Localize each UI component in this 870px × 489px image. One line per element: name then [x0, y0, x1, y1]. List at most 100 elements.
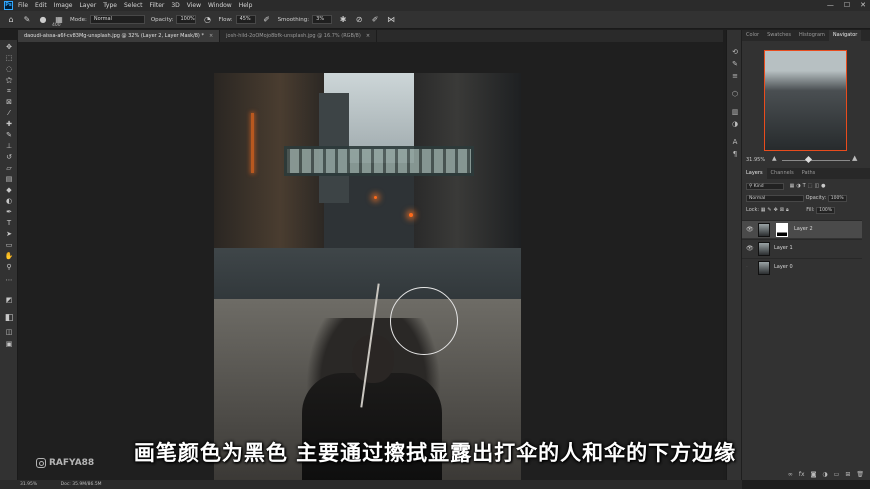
airbrush-icon[interactable]: ✐: [262, 15, 272, 25]
foreground-background-color-icon[interactable]: ◧: [4, 314, 14, 323]
healing-brush-tool-icon[interactable]: ✚: [4, 120, 14, 129]
layer-filter-icons[interactable]: ▦◑T⬚◫●: [790, 183, 828, 189]
menu-image[interactable]: Image: [54, 2, 73, 9]
visibility-eye-off-icon[interactable]: ·: [746, 264, 748, 271]
minimize-icon[interactable]: —: [827, 1, 834, 9]
layer-thumbnail[interactable]: [758, 223, 770, 237]
brush-tool-icon[interactable]: ✎: [22, 15, 32, 25]
marquee-tool-icon[interactable]: ⬚: [4, 54, 14, 63]
brush-settings-icon[interactable]: ✎: [730, 60, 740, 69]
tab-color[interactable]: Color: [742, 30, 763, 41]
eyedropper-tool-icon[interactable]: ⁄: [4, 109, 14, 118]
layer-row-layer-1[interactable]: 👁︎ Layer 1: [742, 239, 862, 257]
layer-mask-thumbnail[interactable]: [776, 223, 788, 237]
layer-thumbnail[interactable]: [758, 242, 770, 256]
flow-field[interactable]: 45%: [235, 15, 256, 24]
gradient-tool-icon[interactable]: ▤: [4, 175, 14, 184]
clone-stamp-tool-icon[interactable]: ⊥: [4, 142, 14, 151]
close-tab-icon[interactable]: ×: [366, 33, 370, 39]
path-selection-tool-icon[interactable]: ➤: [4, 230, 14, 239]
new-layer-icon[interactable]: ⊞: [845, 471, 850, 480]
libraries-icon[interactable]: ▥: [730, 108, 740, 117]
blend-mode-select[interactable]: Normal: [746, 195, 804, 202]
lasso-tool-icon[interactable]: ◌: [4, 65, 14, 74]
frame-tool-icon[interactable]: ⊠: [4, 98, 14, 107]
blur-tool-icon[interactable]: ◆: [4, 186, 14, 195]
brush-preset-icon[interactable]: ●: [38, 15, 48, 25]
menu-layer[interactable]: Layer: [79, 2, 96, 9]
menu-filter[interactable]: Filter: [150, 2, 165, 9]
lock-icons[interactable]: ▦✎✥⊠🔒︎: [761, 207, 791, 213]
photoshop-logo-icon[interactable]: Ps: [4, 1, 13, 10]
close-icon[interactable]: ✕: [860, 1, 866, 9]
layer-row-layer-2[interactable]: 👁︎ Layer 2: [742, 220, 862, 238]
symmetry-icon[interactable]: ⋈: [386, 15, 396, 25]
layer-name[interactable]: Layer 0: [774, 264, 793, 270]
smoothing-field[interactable]: 3%: [312, 15, 333, 24]
document-image[interactable]: [214, 73, 521, 484]
tab-channels[interactable]: Channels: [767, 168, 798, 179]
magic-wand-tool-icon[interactable]: ⚝: [4, 76, 14, 85]
menu-view[interactable]: View: [187, 2, 201, 9]
dodge-tool-icon[interactable]: ◐: [4, 197, 14, 206]
properties-icon[interactable]: ≡: [730, 72, 740, 81]
layer-row-layer-0[interactable]: · Layer 0: [742, 258, 862, 276]
pressure-size-icon[interactable]: ✐: [370, 15, 380, 25]
visibility-eye-icon[interactable]: 👁︎: [746, 226, 754, 233]
brush-tool-icon[interactable]: ✎: [4, 131, 14, 140]
crop-tool-icon[interactable]: ⌗: [4, 87, 14, 96]
navigator-zoom-slider[interactable]: [782, 160, 850, 161]
history-icon[interactable]: ⟲: [730, 48, 740, 57]
rectangle-tool-icon[interactable]: ▭: [4, 241, 14, 250]
history-brush-tool-icon[interactable]: ↺: [4, 153, 14, 162]
menu-help[interactable]: Help: [239, 2, 253, 9]
hand-tool-icon[interactable]: ✋: [4, 252, 14, 261]
tab-swatches[interactable]: Swatches: [763, 30, 795, 41]
navigator-zoom-value[interactable]: 31.95%: [746, 157, 765, 163]
add-mask-icon[interactable]: ◙: [811, 471, 817, 480]
fill-field[interactable]: 100%: [816, 207, 836, 214]
menu-file[interactable]: File: [18, 2, 28, 9]
layer-name[interactable]: Layer 2: [794, 226, 813, 232]
angle-icon[interactable]: ⊘: [354, 15, 364, 25]
more-tools-icon[interactable]: ⋯: [4, 276, 14, 285]
adjustment-layer-icon[interactable]: ◑: [822, 471, 827, 480]
smoothing-options-gear-icon[interactable]: ✱: [338, 15, 348, 25]
pen-tool-icon[interactable]: ✒: [4, 208, 14, 217]
menu-select[interactable]: Select: [124, 2, 143, 9]
opacity-field[interactable]: 100%: [176, 15, 197, 24]
delete-layer-icon[interactable]: 🗑︎: [856, 471, 864, 480]
home-icon[interactable]: ⌂: [6, 15, 16, 25]
type-tool-icon[interactable]: T: [4, 219, 14, 228]
paragraph-icon[interactable]: ¶: [730, 150, 740, 159]
layer-thumbnail[interactable]: [758, 261, 770, 275]
zoom-in-icon[interactable]: ▲: [852, 154, 857, 162]
visibility-eye-icon[interactable]: 👁︎: [746, 245, 754, 252]
layer-style-icon[interactable]: fx: [799, 471, 805, 480]
mode-select[interactable]: Normal: [89, 15, 145, 24]
menu-window[interactable]: Window: [208, 2, 232, 9]
zoom-tool-icon[interactable]: ⚲: [4, 263, 14, 272]
link-layers-icon[interactable]: ∞: [788, 471, 793, 480]
close-tab-icon[interactable]: ×: [209, 33, 213, 39]
3d-icon[interactable]: ⬡: [730, 90, 740, 99]
quick-mask-icon[interactable]: ◫: [4, 328, 14, 337]
menu-edit[interactable]: Edit: [35, 2, 47, 9]
tab-paths[interactable]: Paths: [798, 168, 820, 179]
canvas-area[interactable]: [18, 42, 723, 484]
navigator-slider-knob[interactable]: [804, 155, 813, 164]
group-icon[interactable]: ▭: [834, 471, 840, 480]
tab-navigator[interactable]: Navigator: [828, 30, 862, 41]
maximize-icon[interactable]: ☐: [844, 1, 850, 9]
navigator-thumbnail[interactable]: [764, 50, 847, 151]
tab-document-2[interactable]: josh-hild-2oOMojo8bfk-unsplash.jpg @ 16.…: [220, 30, 378, 42]
move-tool-icon[interactable]: ✥: [4, 43, 14, 52]
menu-type[interactable]: Type: [103, 2, 117, 9]
pressure-opacity-icon[interactable]: ◔: [202, 15, 212, 25]
layer-name[interactable]: Layer 1: [774, 245, 793, 251]
screen-mode-icon[interactable]: ▣: [4, 340, 14, 349]
menu-3d[interactable]: 3D: [171, 2, 179, 9]
adjustments-icon[interactable]: ◑: [730, 120, 740, 129]
status-zoom[interactable]: 31.95%: [20, 482, 37, 487]
eraser-tool-icon[interactable]: ▱: [4, 164, 14, 173]
